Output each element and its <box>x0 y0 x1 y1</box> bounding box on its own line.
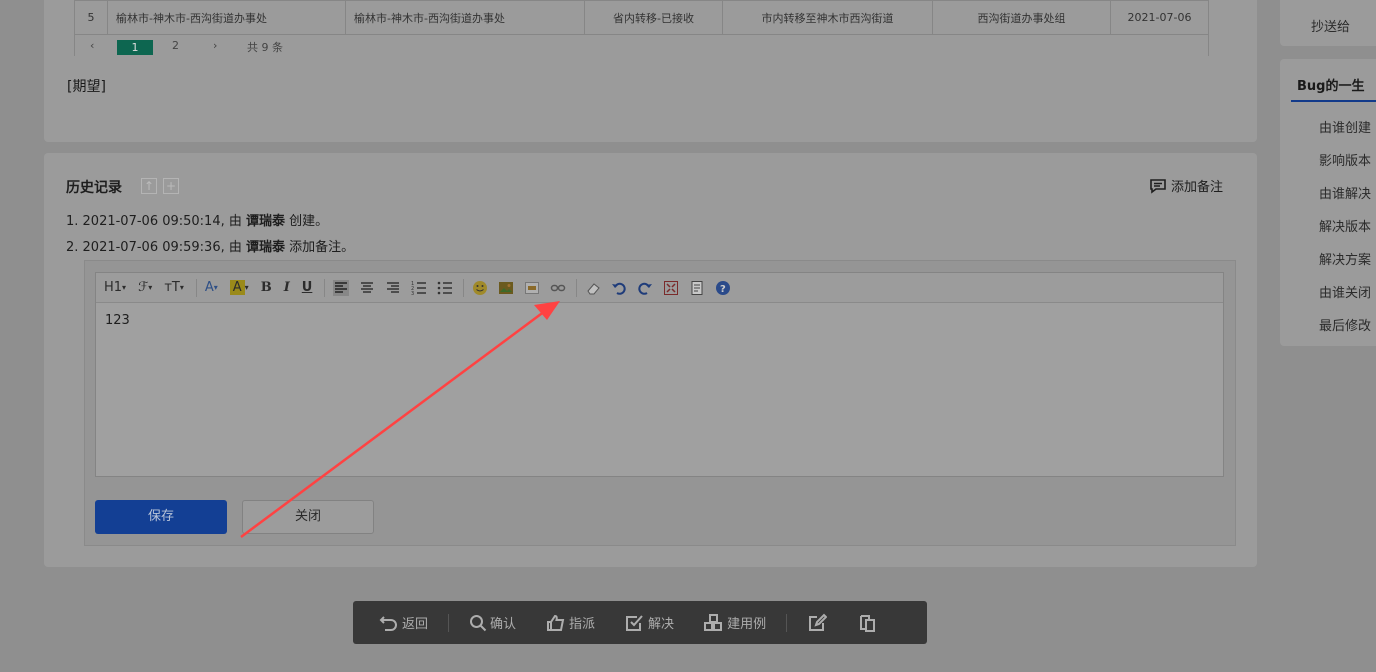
confirm-button[interactable]: 确认 <box>469 613 516 632</box>
blocks-icon <box>704 613 723 631</box>
action-bar: 返回 确认 指派 解决 建用例 <box>353 601 927 644</box>
copy-icon <box>860 614 876 632</box>
bug-life-item: 影响版本 <box>1319 154 1372 169</box>
create-case-label: 建用例 <box>727 617 767 632</box>
action-divider <box>448 613 450 632</box>
bug-life-title: Bug的一生 <box>1297 79 1365 94</box>
copy-button[interactable] <box>857 613 877 633</box>
thumbs-up-icon <box>547 614 565 631</box>
back-label: 返回 <box>402 617 429 632</box>
resolve-button[interactable]: 解决 <box>625 613 674 632</box>
confirm-label: 确认 <box>490 617 517 632</box>
annotation-arrow <box>240 301 560 539</box>
action-divider <box>786 613 788 632</box>
resolve-label: 解决 <box>648 617 675 632</box>
assign-button[interactable]: 指派 <box>546 613 595 632</box>
bug-life-tab-indicator <box>1291 100 1376 102</box>
back-icon <box>379 615 397 631</box>
bug-life-item: 由谁关闭 <box>1319 286 1372 301</box>
bug-life-item: 解决版本 <box>1319 220 1372 235</box>
bug-life-panel <box>1280 59 1376 346</box>
bug-life-item: 由谁创建 <box>1319 121 1372 136</box>
assign-label: 指派 <box>569 617 596 632</box>
bug-life-item: 最后修改 <box>1319 319 1372 334</box>
bug-life-item: 由谁解决 <box>1319 187 1372 202</box>
search-icon <box>470 614 487 631</box>
edit-button[interactable] <box>807 613 828 633</box>
cc-label: 抄送给 <box>1311 20 1351 35</box>
checkbox-icon <box>626 614 643 631</box>
bug-life-item: 解决方案 <box>1319 253 1372 268</box>
back-button[interactable]: 返回 <box>379 613 428 632</box>
create-case-button[interactable]: 建用例 <box>704 613 766 632</box>
edit-icon <box>809 613 828 631</box>
